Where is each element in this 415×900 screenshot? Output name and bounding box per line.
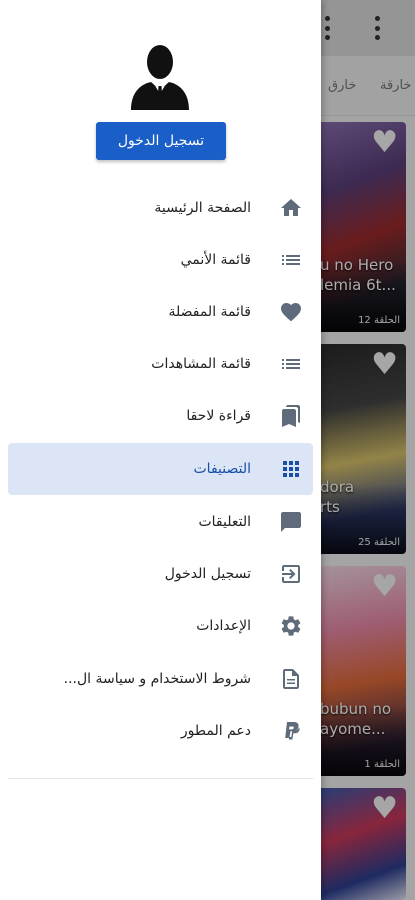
menu-item-watch-list[interactable]: قائمة المشاهدات (8, 338, 313, 390)
heart-icon (281, 303, 301, 322)
menu-item-home[interactable]: الصفحة الرئيسية (8, 182, 313, 234)
paypal-icon (285, 722, 300, 740)
menu-item-label: تسجيل الدخول (164, 566, 251, 582)
bookmark-icon (282, 405, 300, 427)
menu-item-label: التصنيفات (193, 461, 252, 477)
navigation-drawer: تسجيل الدخول الصفحة الرئيسية قائمة الأنم… (0, 0, 321, 900)
list-icon (282, 359, 300, 369)
menu-item-label: قائمة الأنمي (180, 252, 251, 268)
login-button[interactable]: تسجيل الدخول (96, 122, 226, 160)
menu-item-read-later[interactable]: قراءة لاحقا (8, 390, 313, 442)
list-icon (282, 255, 300, 265)
drawer-divider (8, 778, 313, 779)
home-icon (281, 199, 301, 216)
comment-icon (281, 512, 301, 532)
menu-item-label: قراءة لاحقا (186, 408, 251, 424)
menu-item-anime-list[interactable]: قائمة الأنمي (8, 234, 313, 286)
menu-item-label: التعليقات (198, 514, 251, 530)
menu-item-label: دعم المطور (180, 723, 251, 739)
user-avatar-icon (131, 45, 189, 110)
menu-item-login[interactable]: تسجيل الدخول (8, 548, 313, 600)
menu-item-settings[interactable]: الإعدادات (8, 600, 313, 652)
menu-item-label: الإعدادات (196, 618, 251, 634)
menu-item-favorites[interactable]: قائمة المفضلة (8, 286, 313, 338)
menu-item-label: الصفحة الرئيسية (154, 200, 251, 216)
menu-item-developer-support[interactable]: دعم المطور (8, 705, 313, 757)
menu-item-categories[interactable]: التصنيفات (8, 443, 313, 495)
settings-icon (281, 616, 301, 636)
menu-item-terms[interactable]: شروط الاستخدام و سياسة ال... (8, 653, 313, 705)
menu-item-label: قائمة المشاهدات (151, 356, 251, 372)
menu-item-label: قائمة المفضلة (168, 304, 251, 320)
menu-item-comments[interactable]: التعليقات (8, 496, 313, 548)
document-icon (283, 669, 299, 689)
grid-icon (283, 461, 299, 477)
menu-item-label: شروط الاستخدام و سياسة ال... (63, 671, 251, 687)
drawer-scrim[interactable] (320, 0, 415, 900)
login-icon (282, 565, 300, 583)
